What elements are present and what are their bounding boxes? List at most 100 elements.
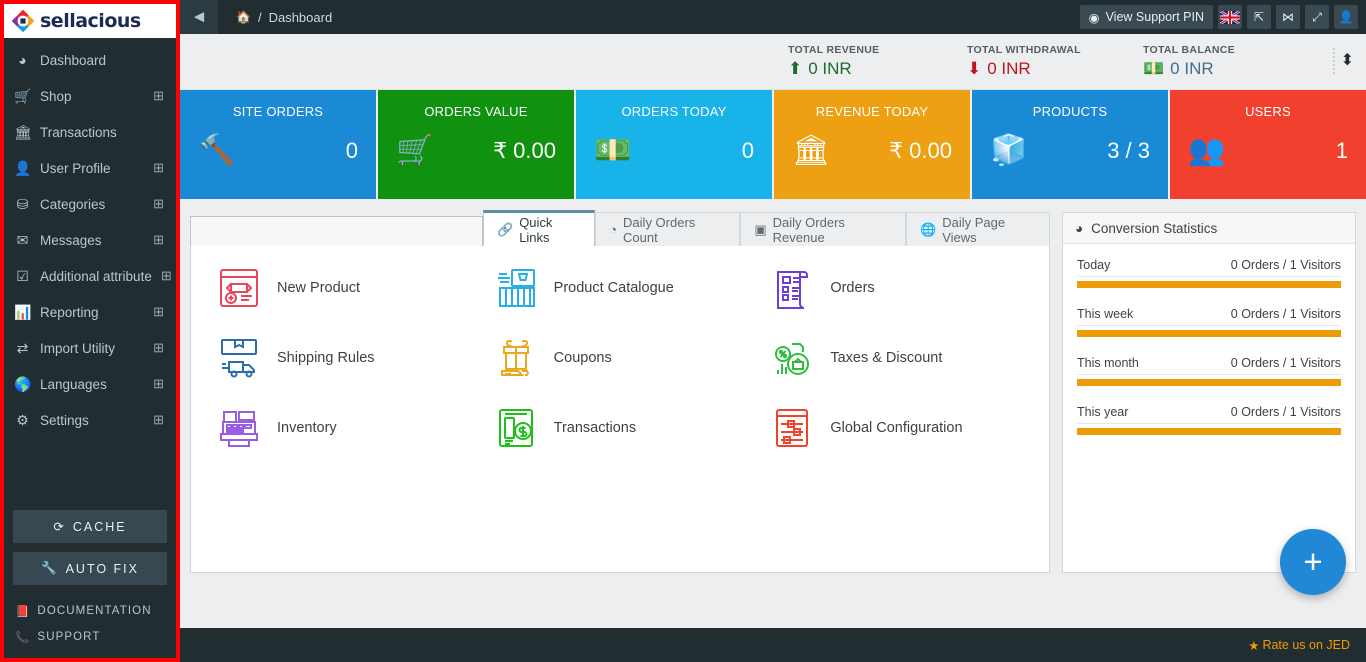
expand-icon[interactable]: ⊞ <box>153 160 164 176</box>
sidebar-item-label: Reporting <box>40 304 99 320</box>
kpi-title: ORDERS VALUE <box>424 104 528 119</box>
breadcrumb-separator: / <box>257 9 262 25</box>
phone-icon: 📞 <box>15 632 31 644</box>
tab-label: Daily Page Views <box>942 214 1006 245</box>
pie-chart-icon: ◕ <box>1075 220 1084 236</box>
sidebar-item-settings[interactable]: ⚙ Settings ⊞ <box>4 402 176 438</box>
conversion-row-this-year: This year 0 Orders / 1 Visitors <box>1077 405 1341 435</box>
expand-icon[interactable]: ⊞ <box>153 412 164 428</box>
expand-icon[interactable]: ⊞ <box>153 304 164 320</box>
tab-daily-orders-count[interactable]: ◔ Daily Orders Count <box>595 212 741 246</box>
quick-link-label: New Product <box>277 280 361 296</box>
bank-icon: 🏛 <box>14 123 32 140</box>
arrow-circle-left-icon: ◄ <box>190 7 208 26</box>
kpi-orders-value[interactable]: ORDERS VALUE 🛒 ₹ 0.00 <box>378 90 574 199</box>
quick-link-label: Shipping Rules <box>277 350 375 366</box>
bar-chart-icon: 📊 <box>14 303 32 320</box>
back-button[interactable]: ◄ <box>180 0 218 34</box>
quick-link-taxes-discount[interactable]: Taxes & Discount <box>758 334 1035 382</box>
arrow-down-circle-icon: ⬇ <box>967 59 982 78</box>
quick-link-new-product[interactable]: New Product <box>205 264 482 312</box>
quick-link-label: Orders <box>830 280 875 296</box>
tab-label: Daily Orders Revenue <box>772 214 845 245</box>
sidebar-item-messages[interactable]: ✉ Messages ⊞ <box>4 222 176 258</box>
add-new-button[interactable]: + <box>1280 529 1346 595</box>
fullscreen-toggle-button[interactable]: ⤢ <box>1305 5 1329 29</box>
total-revenue-value: 0 INR <box>808 59 852 78</box>
view-support-pin-button[interactable]: ◉ View Support PIN <box>1079 5 1213 29</box>
taxes-discount-icon <box>768 334 816 382</box>
rate-us-label: Rate us on JED <box>1262 638 1350 652</box>
expand-icon[interactable]: ⊞ <box>153 196 164 212</box>
brand-logo[interactable]: sellacious <box>4 4 176 38</box>
sidebar-item-dashboard[interactable]: ◕ Dashboard <box>4 42 176 78</box>
exchange-icon: ⇄ <box>16 339 29 356</box>
cache-button[interactable]: ⟳ CACHE <box>13 510 167 543</box>
cubes-icon: 🧊 <box>990 134 1028 167</box>
quick-link-coupons[interactable]: Coupons <box>482 334 759 382</box>
language-flag-button[interactable] <box>1218 5 1242 29</box>
sidebar-item-shop[interactable]: 🛒 Shop ⊞ <box>4 78 176 114</box>
quick-link-shipping-rules[interactable]: Shipping Rules <box>205 334 482 382</box>
sidebar-footer: ⟳ CACHE 🔧 AUTO FIX 📕 DOCUMENTATION 📞 SUP… <box>4 502 176 658</box>
expand-icon: ⤢ <box>1312 9 1322 24</box>
support-pin-label: View Support PIN <box>1105 10 1204 24</box>
sidebar-item-additional-attribute[interactable]: ☑ Additional attribute ⊞ <box>4 258 176 294</box>
home-icon[interactable]: 🏠 <box>236 10 251 24</box>
kpi-products[interactable]: PRODUCTS 🧊 3 / 3 <box>972 90 1168 199</box>
quick-link-orders[interactable]: Orders <box>758 264 1035 312</box>
expand-icon[interactable]: ⊞ <box>153 232 164 248</box>
kpi-revenue-today[interactable]: REVENUE TODAY 🏛 ₹ 0.00 <box>774 90 970 199</box>
main-region: ◄ 🏠 / Dashboard ◉ View Support PIN ⇱ ⋈ ⤢… <box>180 0 1366 662</box>
external-link-button[interactable]: ⇱ <box>1247 5 1271 29</box>
bank-icon: 🏛 <box>792 134 831 167</box>
auto-fix-button[interactable]: 🔧 AUTO FIX <box>13 552 167 585</box>
quick-link-product-catalogue[interactable]: Product Catalogue <box>482 264 759 312</box>
total-withdrawal-value: 0 INR <box>987 59 1031 78</box>
quick-link-label: Inventory <box>277 420 337 436</box>
total-withdrawal-label: TOTAL WITHDRAWAL <box>967 44 1081 56</box>
quick-links-grid: New Product Product Catalogue Orders Shi… <box>205 264 1035 452</box>
sidebar-item-label: Languages <box>40 376 107 392</box>
quick-link-transactions[interactable]: Transactions <box>482 404 759 452</box>
quick-link-inventory[interactable]: Inventory <box>205 404 482 452</box>
tab-daily-orders-revenue[interactable]: ▣ Daily Orders Revenue <box>740 212 907 246</box>
inventory-register-icon <box>215 404 263 452</box>
sidebar-item-label: Import Utility <box>40 340 116 356</box>
conversion-row-label: Today <box>1077 258 1111 272</box>
documentation-link[interactable]: 📕 DOCUMENTATION <box>4 598 176 624</box>
rate-us-on-jed-link[interactable]: ★ Rate us on JED <box>1248 638 1350 653</box>
footer: ★ Rate us on JED <box>180 628 1366 662</box>
kpi-site-orders[interactable]: SITE ORDERS 🔨 0 <box>180 90 376 199</box>
new-product-icon <box>215 264 263 312</box>
gavel-icon: 🔨 <box>198 134 236 167</box>
sidebar-item-transactions[interactable]: 🏛 Transactions <box>4 114 176 150</box>
sidebar-item-languages[interactable]: 🌎 Languages ⊞ <box>4 366 176 402</box>
expand-icon[interactable]: ⊞ <box>153 340 164 356</box>
totals-sorter[interactable]: ⬍ <box>1332 48 1354 74</box>
joomla-admin-button[interactable]: ⋈ <box>1276 5 1300 29</box>
tab-daily-page-views[interactable]: 🌐 Daily Page Views <box>906 212 1050 246</box>
total-balance-value-row: 💵 0 INR <box>1143 59 1235 79</box>
kpi-value: ₹ 0.00 <box>889 138 952 163</box>
support-link[interactable]: 📞 SUPPORT <box>4 624 176 650</box>
sidebar-item-reporting[interactable]: 📊 Reporting ⊞ <box>4 294 176 330</box>
conversion-row-today: Today 0 Orders / 1 Visitors <box>1077 258 1341 288</box>
conversion-statistics-header: ◕ Conversion Statistics <box>1063 213 1355 244</box>
kpi-users[interactable]: USERS 👥 1 <box>1170 90 1366 199</box>
quick-link-global-configuration[interactable]: Global Configuration <box>758 404 1035 452</box>
kpi-orders-today[interactable]: ORDERS TODAY 💵 0 <box>576 90 772 199</box>
total-withdrawal: TOTAL WITHDRAWAL ⬇ 0 INR <box>967 44 1081 79</box>
sidebar-item-import-utility[interactable]: ⇄ Import Utility ⊞ <box>4 330 176 366</box>
coupon-gift-icon <box>492 334 540 382</box>
expand-icon[interactable]: ⊞ <box>153 88 164 104</box>
conversion-progress-bar <box>1077 330 1341 337</box>
expand-icon[interactable]: ⊞ <box>153 376 164 392</box>
kpi-title: SITE ORDERS <box>232 104 324 119</box>
sidebar-item-user-profile[interactable]: 👤 User Profile ⊞ <box>4 150 176 186</box>
tab-quick-links[interactable]: 🔗 Quick Links <box>483 210 596 246</box>
expand-icon[interactable]: ⊞ <box>161 268 172 284</box>
account-menu-button[interactable]: 👤 <box>1334 5 1358 29</box>
sidebar-item-categories[interactable]: ⛁ Categories ⊞ <box>4 186 176 222</box>
sidebar-nav: ◕ Dashboard 🛒 Shop ⊞ 🏛 Transactions 👤 Us… <box>4 38 176 502</box>
